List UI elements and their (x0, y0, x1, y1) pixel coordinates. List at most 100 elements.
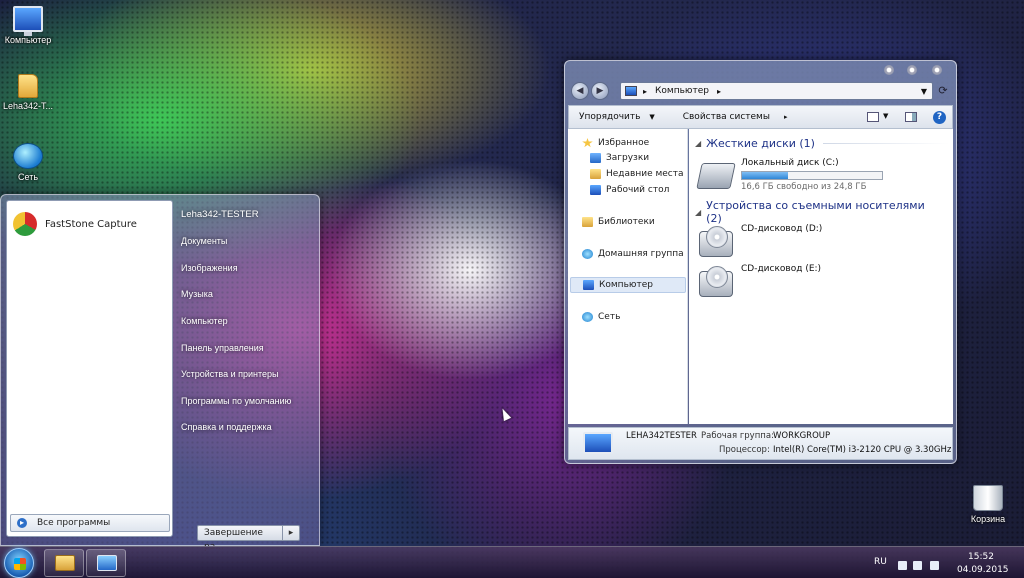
nav-label: Загрузки (606, 153, 650, 163)
volume-icon[interactable] (930, 561, 939, 570)
arrow-right-icon: ▸ (17, 518, 27, 528)
nav-label: Компьютер (599, 280, 653, 290)
drive-c[interactable]: Локальный диск (C:) 16,6 ГБ свободно из … (696, 157, 883, 192)
group-hard-disks[interactable]: ◢ Жесткие диски (1) (695, 137, 949, 150)
desktop-icon (590, 185, 601, 195)
language-indicator[interactable]: RU (874, 557, 887, 567)
navigation-pane: Избранное Загрузки Недавние места Рабочи… (568, 129, 688, 424)
drive-d[interactable]: CD-дисковод (D:) (699, 223, 822, 257)
nav-label: Библиотеки (598, 217, 655, 227)
breadcrumb-chevron-icon[interactable]: ▸ (717, 87, 721, 96)
start-menu: FastStone Capture ▸ Все программы Leha34… (0, 194, 320, 552)
shutdown-options-button[interactable]: ▸ (283, 525, 300, 541)
computer-icon (625, 86, 637, 96)
system-properties-label: Свойства системы (682, 112, 770, 122)
start-menu-item-faststone[interactable]: FastStone Capture (7, 207, 172, 241)
libraries-icon (582, 217, 593, 227)
folder-icon (55, 555, 75, 571)
all-programs-button[interactable]: ▸ Все программы (10, 514, 170, 532)
recent-places-icon (590, 169, 601, 179)
nav-homegroup[interactable]: Домашняя группа (582, 247, 684, 261)
user-folder-icon (18, 74, 38, 98)
nav-computer[interactable]: Компьютер (570, 277, 686, 293)
computer-icon (97, 555, 117, 571)
nav-label: Недавние места (606, 169, 684, 179)
mouse-cursor-icon (498, 406, 512, 422)
desktop-icon-user-folder[interactable]: Leha342-T... (0, 74, 58, 111)
shutdown-button[interactable]: Завершение ра... (197, 525, 283, 552)
drive-label: Локальный диск (C:) (741, 158, 839, 168)
network-tray-icon[interactable] (913, 561, 922, 570)
cd-drive-icon (699, 226, 733, 257)
back-button[interactable]: ◀ (571, 82, 589, 100)
start-link-default-programs[interactable]: Программы по умолчанию (181, 388, 316, 415)
start-menu-links: Leha342-TESTER Документы Изображения Муз… (181, 200, 316, 441)
taskbar-computer-button[interactable] (86, 549, 126, 577)
desktop-icon-network[interactable]: Сеть (0, 143, 58, 182)
faststone-capture-icon (13, 212, 37, 236)
change-view-icon[interactable] (867, 112, 879, 122)
maximize-button[interactable] (907, 65, 917, 75)
start-link-devices-printers[interactable]: Устройства и принтеры (181, 361, 316, 388)
start-link-pictures[interactable]: Изображения (181, 255, 316, 282)
hard-disk-icon (696, 163, 736, 189)
taskbar-explorer-button[interactable] (44, 549, 84, 577)
desktop-icon-recycle-bin[interactable]: Корзина (958, 485, 1018, 524)
start-menu-programs-pane: FastStone Capture ▸ Все программы (6, 200, 173, 537)
start-button[interactable] (4, 548, 34, 578)
nav-favorites[interactable]: Избранное (582, 136, 649, 150)
start-link-music[interactable]: Музыка (181, 281, 316, 308)
star-icon (582, 138, 593, 148)
network-icon (582, 312, 593, 322)
action-center-icon[interactable] (898, 561, 907, 570)
address-text: Компьютер (655, 86, 709, 96)
homegroup-icon (582, 249, 593, 259)
computer-icon (13, 6, 43, 36)
preview-pane-icon[interactable] (905, 112, 917, 122)
address-bar[interactable]: ▸ Компьютер ▸ ▼ (620, 82, 933, 100)
desktop-icon-label: Корзина (970, 514, 1006, 524)
desktop-icon-label: Сеть (17, 172, 39, 182)
downloads-icon (590, 153, 601, 163)
nav-desktop[interactable]: Рабочий стол (590, 183, 669, 197)
nav-downloads[interactable]: Загрузки (590, 151, 649, 165)
start-link-computer[interactable]: Компьютер (181, 308, 316, 335)
forward-button[interactable]: ▶ (591, 82, 609, 100)
nav-network[interactable]: Сеть (582, 310, 620, 324)
start-link-user[interactable]: Leha342-TESTER (181, 200, 316, 228)
cpu-value: Intel(R) Core(TM) i3-2120 CPU @ 3.30GHz (773, 445, 952, 455)
start-link-documents[interactable]: Документы (181, 228, 316, 255)
group-label: Жесткие диски (1) (706, 137, 815, 150)
clock-date: 04.09.2015 (957, 565, 1009, 575)
group-removable[interactable]: ◢ Устройства со съемными носителями (2) (695, 199, 949, 225)
group-label: Устройства со съемными носителями (2) (706, 199, 925, 225)
desktop-icon-computer[interactable]: Компьютер (0, 6, 58, 45)
nav-label: Домашняя группа (598, 249, 684, 259)
more-commands-icon[interactable]: ▸ (784, 113, 788, 121)
view-dropdown-icon[interactable]: ▼ (883, 112, 888, 120)
refresh-icon[interactable]: ⟳ (936, 83, 950, 99)
nav-libraries[interactable]: Библиотеки (582, 215, 655, 229)
collapse-icon: ◢ (695, 207, 702, 217)
cpu-label: Процессор: (719, 445, 770, 455)
desktop-icon-label: Компьютер (4, 35, 52, 45)
nav-label: Избранное (598, 138, 650, 148)
start-link-control-panel[interactable]: Панель управления (181, 334, 316, 361)
workgroup-value: WORKGROUP (773, 431, 831, 441)
organize-button[interactable]: Упорядочить ▼ (579, 112, 655, 122)
arrow-left-icon: ◀ (576, 86, 584, 96)
system-properties-button[interactable]: Свойства системы (683, 112, 770, 122)
computer-icon (583, 280, 594, 290)
start-link-help[interactable]: Справка и поддержка (181, 414, 316, 441)
content-pane: ◢ Жесткие диски (1) Локальный диск (C:) … (689, 129, 953, 424)
chevron-down-icon: ▼ (649, 113, 655, 121)
help-icon[interactable]: ? (933, 111, 946, 124)
drive-e[interactable]: CD-дисковод (E:) (699, 263, 821, 297)
address-dropdown-icon[interactable]: ▼ (921, 87, 927, 96)
drive-usage-bar (741, 171, 883, 180)
nav-recent-places[interactable]: Недавние места (590, 167, 684, 181)
close-button[interactable] (932, 65, 942, 75)
group-divider (822, 143, 949, 144)
minimize-button[interactable] (884, 65, 894, 75)
shutdown-group: Завершение ра... ▸ (197, 525, 300, 552)
